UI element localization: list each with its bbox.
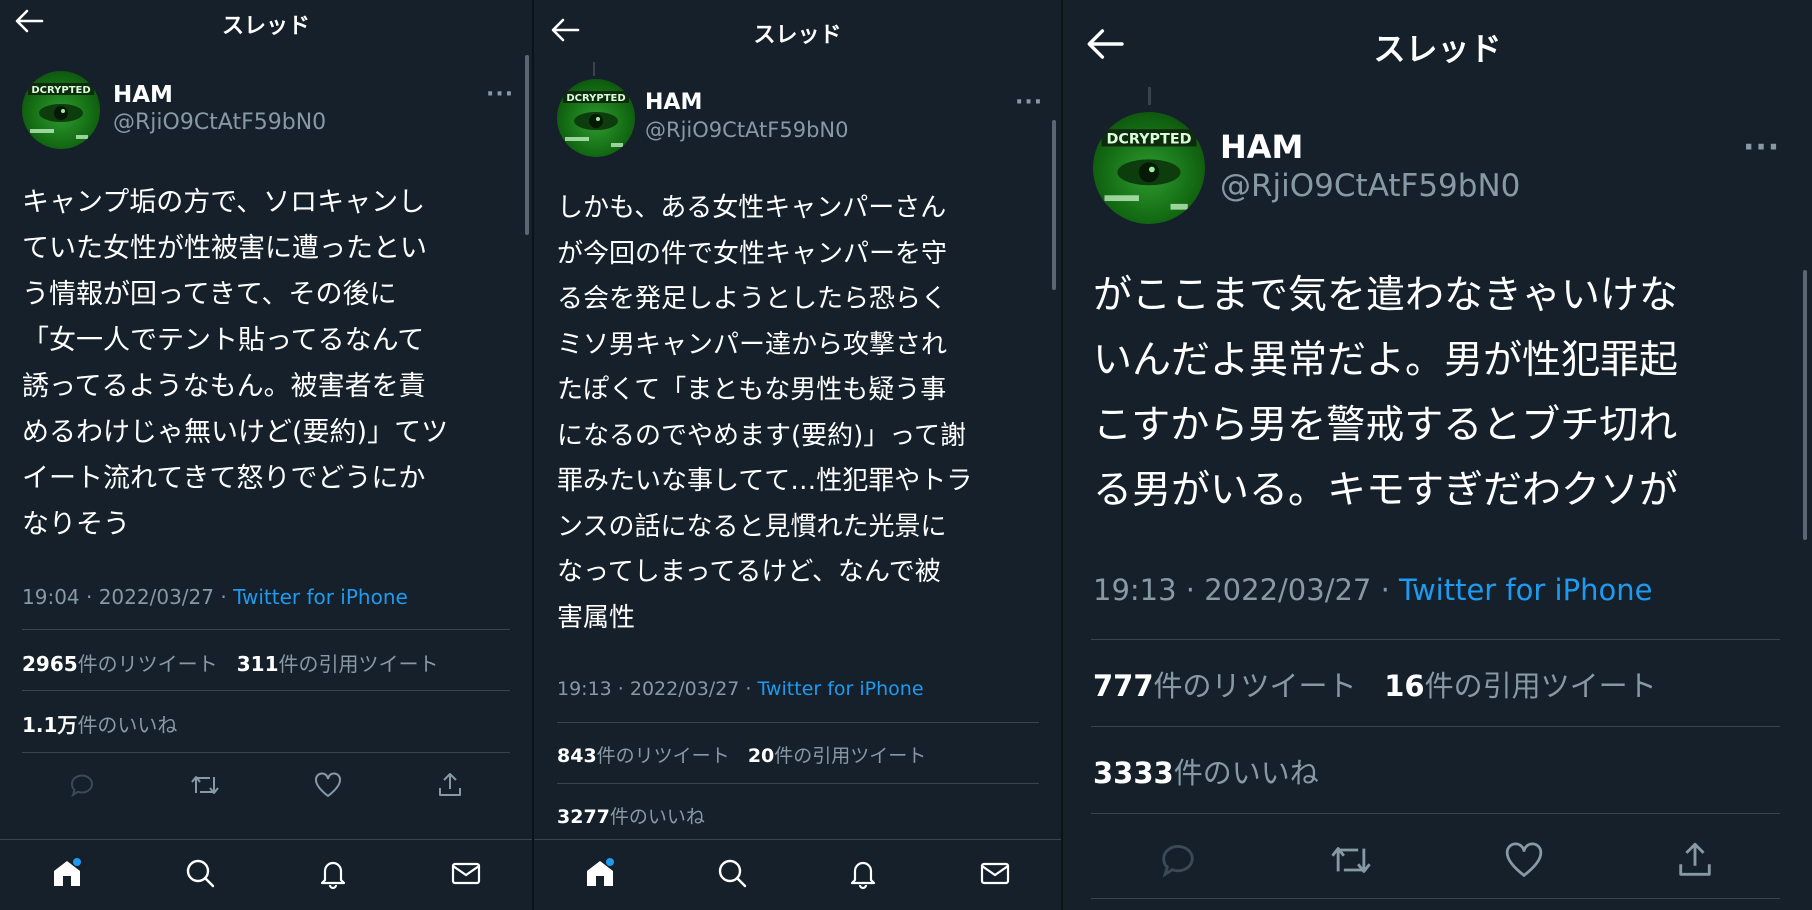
retweet-count: 843	[557, 745, 597, 767]
like-count: 3277	[557, 806, 610, 828]
heart-icon[interactable]	[1503, 840, 1545, 880]
retweet-label: 件のリツイート	[1153, 669, 1357, 703]
divider	[1091, 639, 1780, 640]
divider	[1091, 726, 1780, 727]
avatar[interactable]: DCRYPTED	[1093, 112, 1205, 224]
like-label: 件のいいね	[77, 713, 178, 737]
like-stats[interactable]: 3333件のいいね	[1093, 750, 1319, 792]
quote-label: 件の引用ツイート	[278, 652, 439, 676]
quote-label: 件の引用ツイート	[1424, 669, 1657, 703]
like-count: 1.1万	[22, 713, 78, 737]
svg-text:DCRYPTED: DCRYPTED	[31, 85, 90, 96]
scrollbar[interactable]	[1052, 120, 1056, 290]
page-title: スレッド	[1373, 30, 1502, 68]
retweet-stats[interactable]: 843件のリツイート 20件の引用ツイート	[557, 741, 926, 768]
retweet-count: 777	[1093, 669, 1154, 703]
bell-icon[interactable]	[316, 856, 350, 894]
avatar[interactable]: DCRYPTED	[557, 79, 635, 157]
time-text: 19:04 · 2022/03/27 ·	[22, 585, 234, 609]
home-icon[interactable]	[50, 856, 84, 894]
retweet-stats[interactable]: 2965件のリツイート 311件の引用ツイート	[22, 648, 439, 677]
search-icon[interactable]	[183, 856, 217, 894]
scrollbar[interactable]	[525, 55, 529, 235]
like-stats[interactable]: 1.1万件のいいね	[22, 709, 177, 738]
retweet-label: 件のリツイート	[77, 652, 218, 676]
reply-icon[interactable]	[1158, 840, 1198, 880]
svg-text:DCRYPTED: DCRYPTED	[1106, 132, 1191, 148]
divider	[557, 783, 1039, 784]
user-name[interactable]: HAM	[645, 90, 702, 115]
heart-icon[interactable]	[313, 771, 343, 799]
time-text: 19:13 · 2022/03/27 ·	[557, 678, 758, 700]
tweet-timestamp: 19:04 · 2022/03/27 · Twitter for iPhone	[22, 585, 408, 609]
reply-icon[interactable]	[68, 771, 96, 799]
divider	[22, 690, 510, 691]
divider	[22, 629, 510, 630]
share-icon[interactable]	[436, 771, 464, 799]
thread-connector	[593, 62, 595, 76]
action-bar	[1093, 835, 1780, 885]
home-icon[interactable]	[583, 856, 617, 894]
quote-count: 20	[747, 745, 775, 767]
thread-panel-2: スレッド DCRYPTED HAM @RjiO9CtAtF59bN0 ··· し…	[534, 0, 1061, 910]
like-label: 件のいいね	[1173, 756, 1319, 790]
thread-connector	[1148, 87, 1151, 105]
divider	[557, 722, 1039, 723]
mail-icon[interactable]	[449, 856, 483, 894]
svg-text:DCRYPTED: DCRYPTED	[566, 93, 625, 104]
user-name[interactable]: HAM	[1220, 128, 1303, 166]
scrollbar[interactable]	[1803, 270, 1807, 540]
tweet-text: しかも、ある女性キャンパーさん が今回の件で女性キャンパーを守 る会を発足しよう…	[557, 193, 973, 633]
thread-panel-1: スレッド DCRYPTED HAM @RjiO9CtAtF59bN0 ··· キ…	[0, 0, 532, 910]
search-icon[interactable]	[715, 856, 749, 894]
time-text: 19:13 · 2022/03/27 ·	[1093, 573, 1400, 607]
tweet-text: キャンプ垢の方で、ソロキャンし ていた女性が性被害に遭ったとい う情報が回ってき…	[22, 187, 449, 540]
thread-panel-3: スレッド DCRYPTED HAM @RjiO9CtAtF59bN0 ··· が…	[1063, 0, 1812, 910]
more-dots-icon[interactable]: ···	[1743, 130, 1780, 165]
source-link[interactable]: Twitter for iPhone	[1399, 573, 1652, 607]
bottom-nav	[534, 839, 1061, 910]
more-dots-icon[interactable]: ···	[1015, 90, 1043, 115]
user-handle[interactable]: @RjiO9CtAtF59bN0	[113, 110, 326, 135]
divider	[1091, 898, 1780, 899]
divider	[1091, 813, 1780, 814]
quote-label: 件の引用ツイート	[774, 745, 927, 767]
source-link[interactable]: Twitter for iPhone	[233, 585, 408, 609]
divider	[22, 752, 510, 753]
retweet-icon[interactable]	[189, 771, 221, 799]
user-handle[interactable]: @RjiO9CtAtF59bN0	[1220, 168, 1520, 204]
like-stats[interactable]: 3277件のいいね	[557, 802, 705, 829]
page-title: スレッド	[221, 14, 310, 39]
quote-count: 16	[1384, 669, 1425, 703]
page-title: スレッド	[753, 23, 842, 48]
avatar[interactable]: DCRYPTED	[22, 71, 100, 149]
retweet-stats[interactable]: 777件のリツイート 16件の引用ツイート	[1093, 663, 1657, 705]
retweet-icon[interactable]	[1328, 840, 1374, 880]
source-link[interactable]: Twitter for iPhone	[758, 678, 924, 700]
bell-icon[interactable]	[846, 856, 880, 894]
tweet-timestamp: 19:13 · 2022/03/27 · Twitter for iPhone	[557, 678, 924, 700]
tweet-timestamp: 19:13 · 2022/03/27 · Twitter for iPhone	[1093, 573, 1652, 607]
like-label: 件のいいね	[609, 806, 705, 828]
quote-count: 311	[236, 652, 279, 676]
retweet-count: 2965	[22, 652, 78, 676]
bottom-nav	[0, 839, 532, 910]
user-handle[interactable]: @RjiO9CtAtF59bN0	[645, 118, 848, 142]
tweet-text: がここまで気を遣わなきゃいけな いんだよ異常だよ。男が性犯罪起 こすから男を警戒…	[1093, 273, 1679, 513]
user-name[interactable]: HAM	[113, 82, 173, 108]
retweet-label: 件のリツイート	[596, 745, 730, 767]
mail-icon[interactable]	[978, 856, 1012, 894]
action-bar	[22, 765, 510, 805]
like-count: 3333	[1093, 756, 1174, 790]
share-icon[interactable]	[1675, 840, 1715, 880]
more-dots-icon[interactable]: ···	[486, 82, 514, 107]
